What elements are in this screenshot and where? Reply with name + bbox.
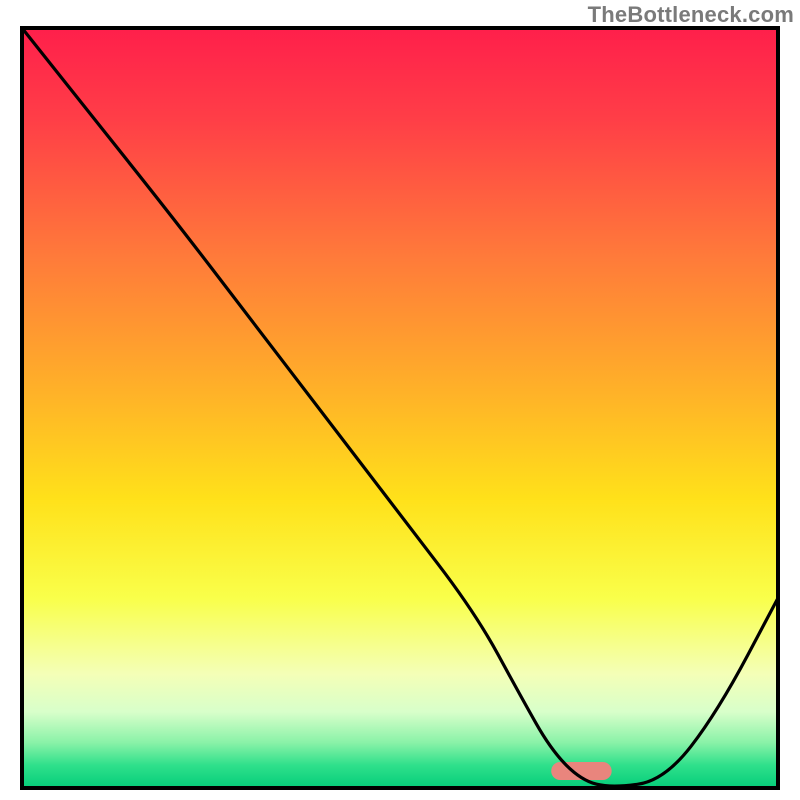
bottleneck-chart bbox=[0, 0, 800, 800]
watermark-text: TheBottleneck.com bbox=[588, 2, 794, 28]
chart-frame: TheBottleneck.com bbox=[0, 0, 800, 800]
plot-background bbox=[22, 28, 778, 788]
